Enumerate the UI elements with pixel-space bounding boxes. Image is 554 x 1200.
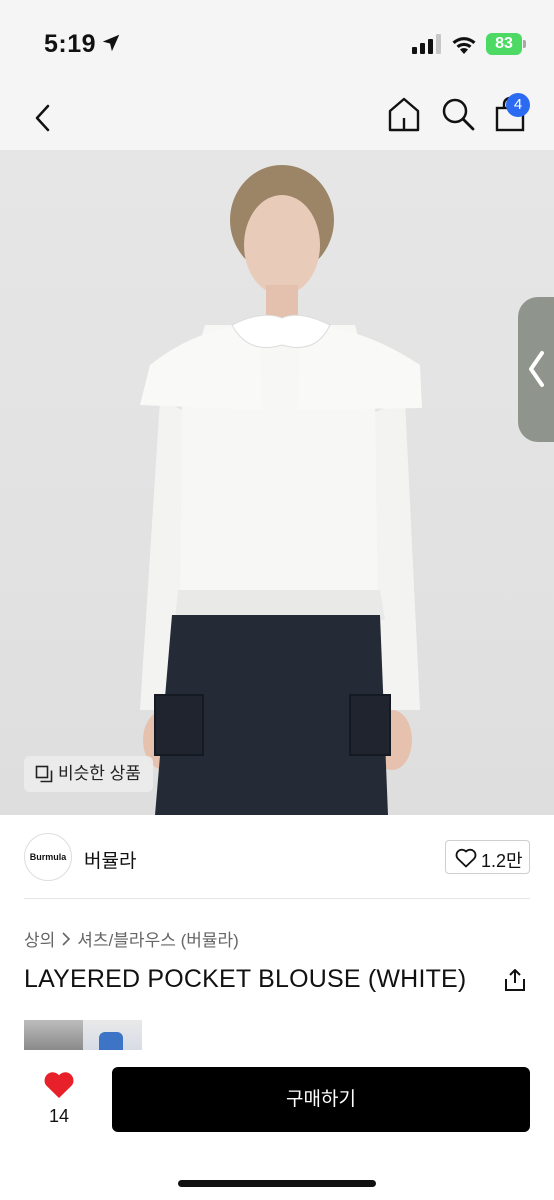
search-icon[interactable]	[438, 94, 478, 134]
breadcrumb-subcategory[interactable]: 셔츠/블라우스 (버뮬라)	[77, 926, 239, 951]
like-count: 14	[48, 1106, 70, 1126]
thumbnail-image[interactable]	[83, 1020, 142, 1050]
bottom-action-bar: 14 구매하기	[0, 1050, 554, 1200]
heart-outline-icon	[455, 848, 477, 868]
location-arrow-icon	[102, 34, 120, 52]
wifi-icon	[452, 37, 476, 54]
image-thumbnails	[24, 1020, 142, 1050]
battery-indicator: 83	[486, 33, 526, 55]
product-image[interactable]	[0, 150, 554, 815]
seller-row: Burmula 버뮬라 1.2만	[0, 815, 554, 900]
home-icon[interactable]	[384, 94, 424, 134]
status-time: 5:19	[44, 30, 97, 58]
cart-count-badge: 4	[506, 93, 530, 117]
home-indicator	[178, 1180, 376, 1187]
breadcrumb-category[interactable]: 상의	[24, 926, 55, 951]
top-nav	[0, 90, 554, 150]
product-title: LAYERED POCKET BLOUSE (WHITE)	[24, 965, 467, 993]
heart-filled-icon[interactable]	[43, 1070, 75, 1100]
seller-like-count: 1.2만	[481, 851, 523, 871]
seller-like-button[interactable]: 1.2만	[445, 840, 530, 874]
similar-products-label: 비슷한 상품	[58, 764, 141, 783]
divider	[24, 898, 530, 899]
similar-products-button[interactable]: 비슷한 상품	[24, 756, 153, 792]
share-icon[interactable]	[502, 967, 528, 993]
model-photo	[140, 165, 422, 815]
side-drawer-tab[interactable]	[518, 297, 554, 442]
copy-icon	[35, 765, 53, 783]
status-bar: 5:19 83	[0, 0, 554, 90]
seller-logo[interactable]: Burmula	[24, 833, 72, 881]
thumbnail-image[interactable]	[24, 1020, 83, 1050]
chevron-right-icon	[62, 931, 71, 946]
signal-icon	[412, 34, 441, 54]
chevron-left-icon	[529, 351, 544, 387]
buy-button[interactable]: 구매하기	[112, 1067, 530, 1132]
breadcrumb: 상의 셔츠/블라우스 (버뮬라)	[24, 926, 239, 951]
seller-name[interactable]: 버뮬라	[84, 846, 136, 873]
back-chevron-icon[interactable]	[28, 98, 58, 138]
